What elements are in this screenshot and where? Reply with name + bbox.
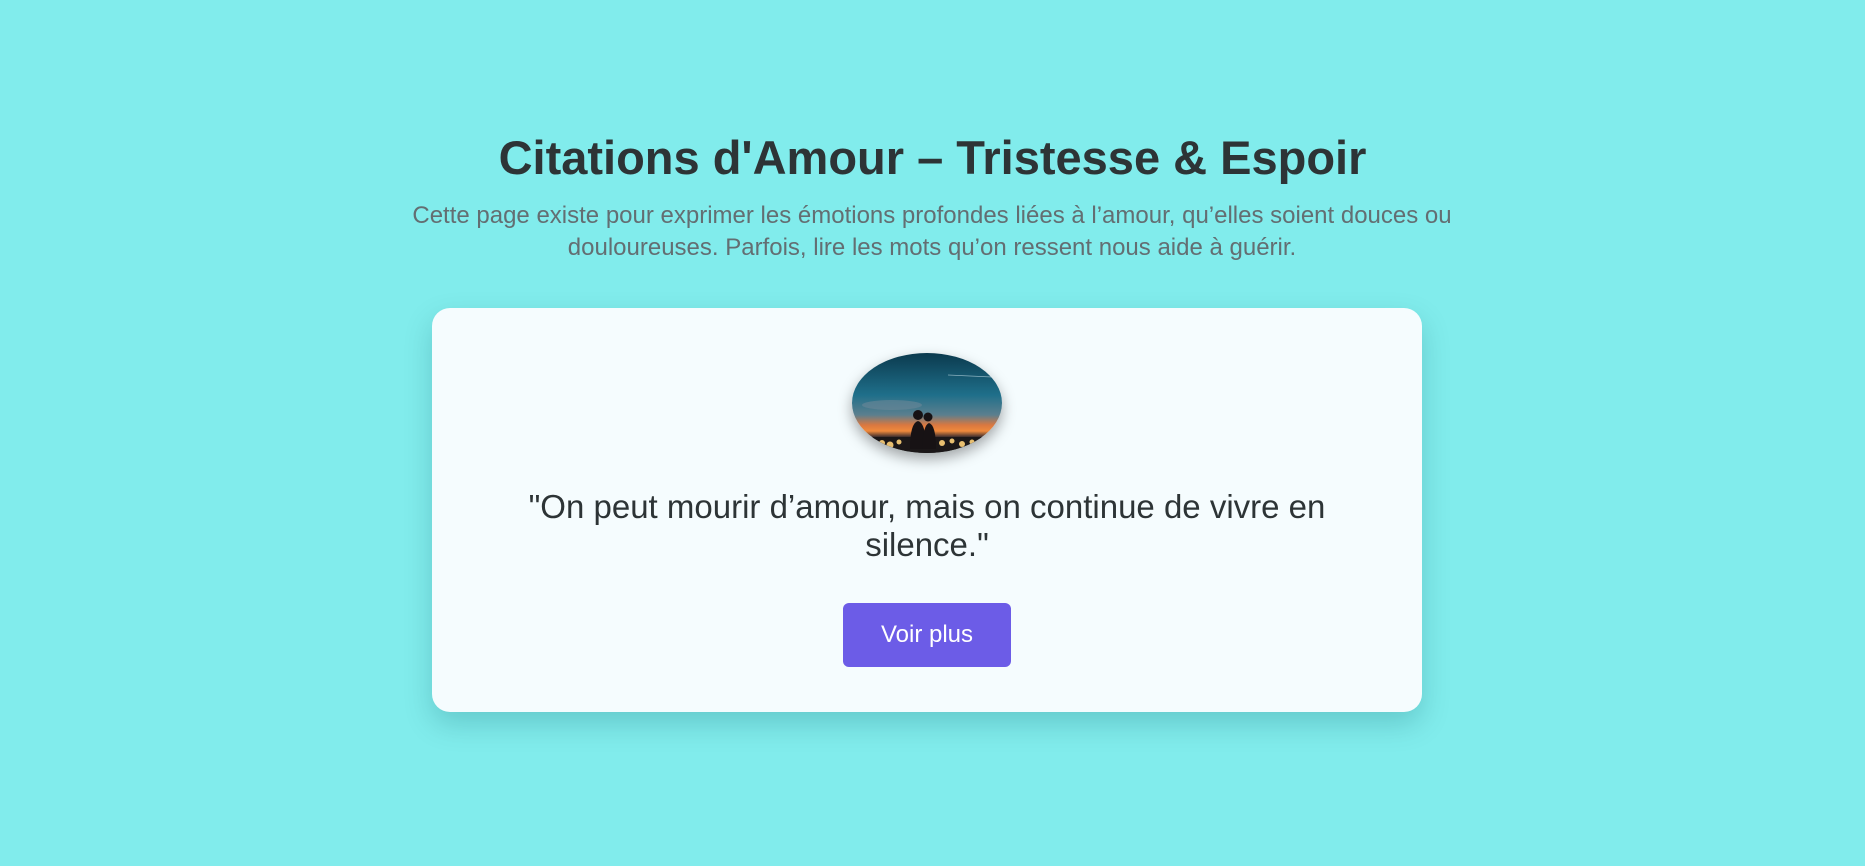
quote-text: "On peut mourir d’amour, mais on continu… xyxy=(528,488,1326,563)
page-title: Citations d'Amour – Tristesse & Espoir xyxy=(498,131,1367,184)
couple-sunset-photo xyxy=(852,353,1002,453)
intro-text: Cette page existe pour exprimer les émot… xyxy=(412,202,1452,261)
page: Citations d'Amour – Tristesse & Espoir C… xyxy=(0,0,1865,866)
voir-plus-button[interactable]: Voir plus xyxy=(843,603,1011,667)
quote-card: "On peut mourir d’amour, mais on continu… xyxy=(432,308,1422,712)
couple-sunset-illustration xyxy=(852,353,1002,453)
